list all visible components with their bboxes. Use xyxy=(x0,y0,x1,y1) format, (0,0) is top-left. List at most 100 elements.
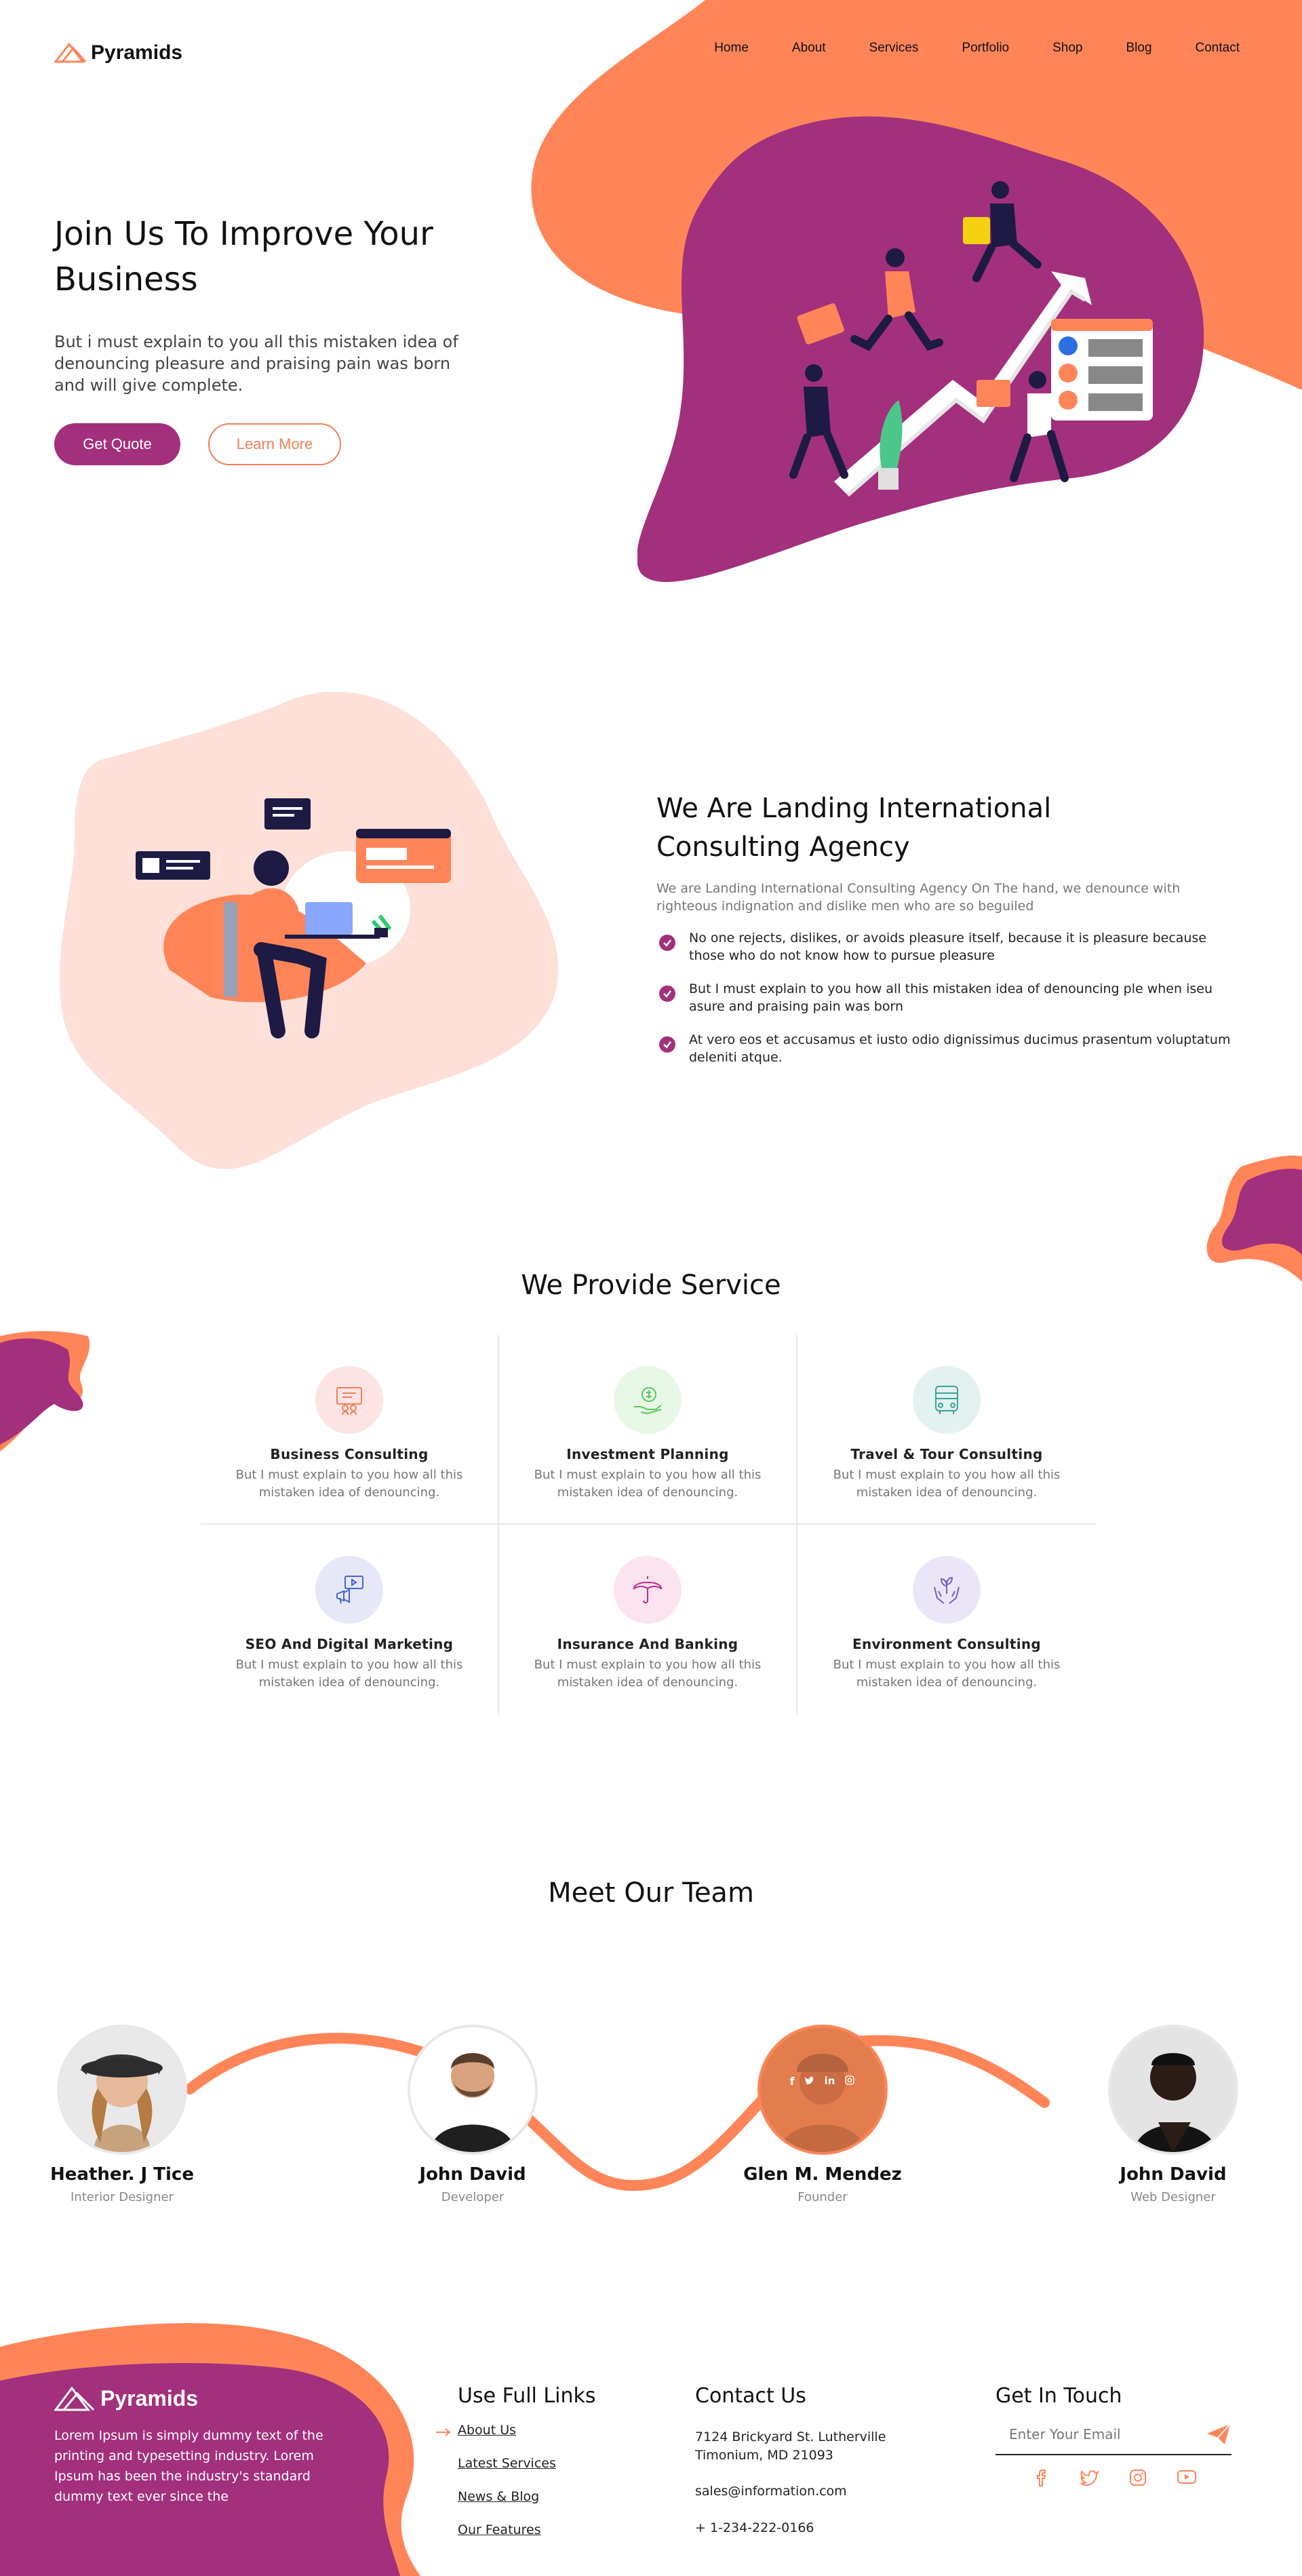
nav-services[interactable]: Services xyxy=(869,41,919,56)
send-icon[interactable] xyxy=(1206,2423,1231,2446)
contact-phone[interactable]: + 1-234-222-0166 xyxy=(695,2519,814,2537)
service-title: Environment Consulting xyxy=(852,1636,1042,1652)
marketing-icon xyxy=(315,1556,383,1624)
plant-hands-icon xyxy=(913,1556,981,1624)
touch-title: Get In Touch xyxy=(995,2384,1122,2408)
check-circle-icon xyxy=(659,935,675,951)
hero-title: Join Us To Improve Your Business xyxy=(54,215,433,298)
about-illustration xyxy=(136,798,451,1038)
service-text: But I must explain to you how all this m… xyxy=(235,1468,463,1500)
contact-address: 7124 Brickyard St. Lutherville Timonium,… xyxy=(695,2429,886,2463)
instagram-icon[interactable] xyxy=(844,2075,855,2086)
team-title: Meet Our Team xyxy=(548,1877,754,1909)
avatar xyxy=(1108,2025,1238,2155)
umbrella-icon xyxy=(614,1556,682,1624)
nav-home[interactable]: Home xyxy=(714,41,749,56)
team-member[interactable]: Heather. J Tice Interior Designer xyxy=(34,2025,210,2204)
service-text: But I must explain to you how all this m… xyxy=(235,1658,463,1690)
footer-link-features[interactable]: Our Features xyxy=(458,2522,556,2537)
service-card[interactable]: Travel & Tour Consulting But I must expl… xyxy=(797,1335,1096,1525)
twitter-icon[interactable] xyxy=(804,2075,815,2086)
brand-logo[interactable]: Pyramids xyxy=(54,39,182,66)
about-point-text: No one rejects, dislikes, or avoids plea… xyxy=(689,931,1207,963)
business-icon xyxy=(315,1366,383,1434)
nav-blog[interactable]: Blog xyxy=(1126,41,1151,56)
pyramid-logo-icon xyxy=(54,2386,95,2411)
member-name: Glen M. Mendez xyxy=(743,2164,902,2185)
service-text: But I must explain to you how all this m… xyxy=(534,1658,762,1690)
check-circle-icon xyxy=(659,985,675,1002)
footer-logo[interactable]: Pyramids xyxy=(54,2386,198,2411)
member-social: f in xyxy=(760,2075,885,2088)
team-member[interactable]: f in Glen M. Mendez Founder xyxy=(734,2025,911,2204)
about-point: No one rejects, dislikes, or avoids plea… xyxy=(659,929,1242,964)
twitter-icon[interactable] xyxy=(1080,2469,1099,2486)
service-text: But I must explain to you how all this m… xyxy=(833,1658,1061,1690)
facebook-icon[interactable] xyxy=(1034,2469,1050,2486)
contact-title: Contact Us xyxy=(695,2384,806,2408)
service-title: Business Consulting xyxy=(270,1446,429,1462)
right-decor-blob xyxy=(1206,1155,1302,1282)
footer-social xyxy=(1034,2469,1197,2486)
team-member[interactable]: John David Web Designer xyxy=(1085,2025,1261,2204)
nav-contact[interactable]: Contact xyxy=(1196,41,1240,56)
nav-about[interactable]: About xyxy=(792,41,826,56)
footer-link-about[interactable]: About Us xyxy=(458,2423,556,2438)
facebook-icon[interactable]: f xyxy=(790,2075,795,2088)
services-grid: Business Consulting But I must explain t… xyxy=(201,1335,1096,1715)
service-card[interactable]: Environment Consulting But I must explai… xyxy=(797,1525,1096,1715)
footer-link-services[interactable]: Latest Services xyxy=(458,2456,556,2471)
nav-shop[interactable]: Shop xyxy=(1052,41,1082,56)
arrow-right-icon xyxy=(436,2428,451,2436)
service-text: But I must explain to you how all this m… xyxy=(833,1468,1061,1500)
services-title: We Provide Service xyxy=(521,1270,781,1301)
pyramid-logo-icon xyxy=(54,43,87,63)
hero-illustration xyxy=(789,181,1153,497)
footer-brand-name: Pyramids xyxy=(100,2386,199,2411)
member-role: Web Designer xyxy=(1130,2190,1216,2204)
newsletter-form xyxy=(995,2415,1231,2455)
avatar xyxy=(57,2025,187,2155)
avatar: f in xyxy=(757,2025,888,2155)
service-title: Insurance And Banking xyxy=(557,1636,738,1652)
links-title: Use Full Links xyxy=(458,2384,596,2408)
member-role: Founder xyxy=(797,2190,848,2204)
about-points: No one rejects, dislikes, or avoids plea… xyxy=(659,929,1242,1082)
about-title: We Are Landing International Consulting … xyxy=(656,793,1052,863)
youtube-icon[interactable] xyxy=(1177,2469,1197,2485)
learn-more-button[interactable]: Learn More xyxy=(208,423,341,465)
check-circle-icon xyxy=(659,1036,675,1053)
about-point-text: At vero eos et accusamus et iusto odio d… xyxy=(689,1032,1231,1065)
team-wave-line xyxy=(184,2033,1050,2191)
service-card[interactable]: SEO And Digital Marketing But I must exp… xyxy=(201,1525,499,1715)
member-role: Interior Designer xyxy=(70,2190,174,2204)
nav-portfolio[interactable]: Portfolio xyxy=(962,41,1009,56)
newsletter-email-input[interactable] xyxy=(995,2425,1206,2443)
footer-about-text: Lorem Ipsum is simply dummy text of the … xyxy=(54,2428,323,2504)
about-subtitle: We are Landing International Consulting … xyxy=(656,881,1181,914)
team-member[interactable]: John David Developer xyxy=(384,2025,561,2204)
member-name: John David xyxy=(419,2164,526,2185)
footer-link-news[interactable]: News & Blog xyxy=(458,2489,556,2504)
service-card[interactable]: Business Consulting But I must explain t… xyxy=(201,1335,499,1525)
investment-icon xyxy=(614,1366,682,1434)
about-point-text: But I must explain to you how all this m… xyxy=(689,981,1212,1014)
hero-text: But i must explain to you all this mista… xyxy=(54,332,458,395)
service-title: SEO And Digital Marketing xyxy=(245,1636,454,1652)
linkedin-icon[interactable]: in xyxy=(825,2075,835,2088)
instagram-icon[interactable] xyxy=(1129,2469,1147,2486)
get-quote-button[interactable]: Get Quote xyxy=(54,423,180,465)
member-name: Heather. J Tice xyxy=(50,2164,194,2185)
left-decor-blob xyxy=(0,1331,90,1451)
member-role: Developer xyxy=(441,2190,505,2204)
contact-email[interactable]: sales@information.com xyxy=(695,2482,847,2501)
brand-name: Pyramids xyxy=(91,41,183,64)
main-nav: Home About Services Portfolio Shop Blog … xyxy=(714,41,1240,56)
service-title: Investment Planning xyxy=(566,1446,729,1462)
service-card[interactable]: Investment Planning But I must explain t… xyxy=(499,1335,797,1525)
service-text: But I must explain to you how all this m… xyxy=(534,1468,762,1500)
bus-icon xyxy=(913,1366,981,1434)
service-card[interactable]: Insurance And Banking But I must explain… xyxy=(499,1525,797,1715)
footer-links: About Us Latest Services News & Blog Our… xyxy=(436,2423,556,2556)
about-point: At vero eos et accusamus et iusto odio d… xyxy=(659,1031,1242,1066)
